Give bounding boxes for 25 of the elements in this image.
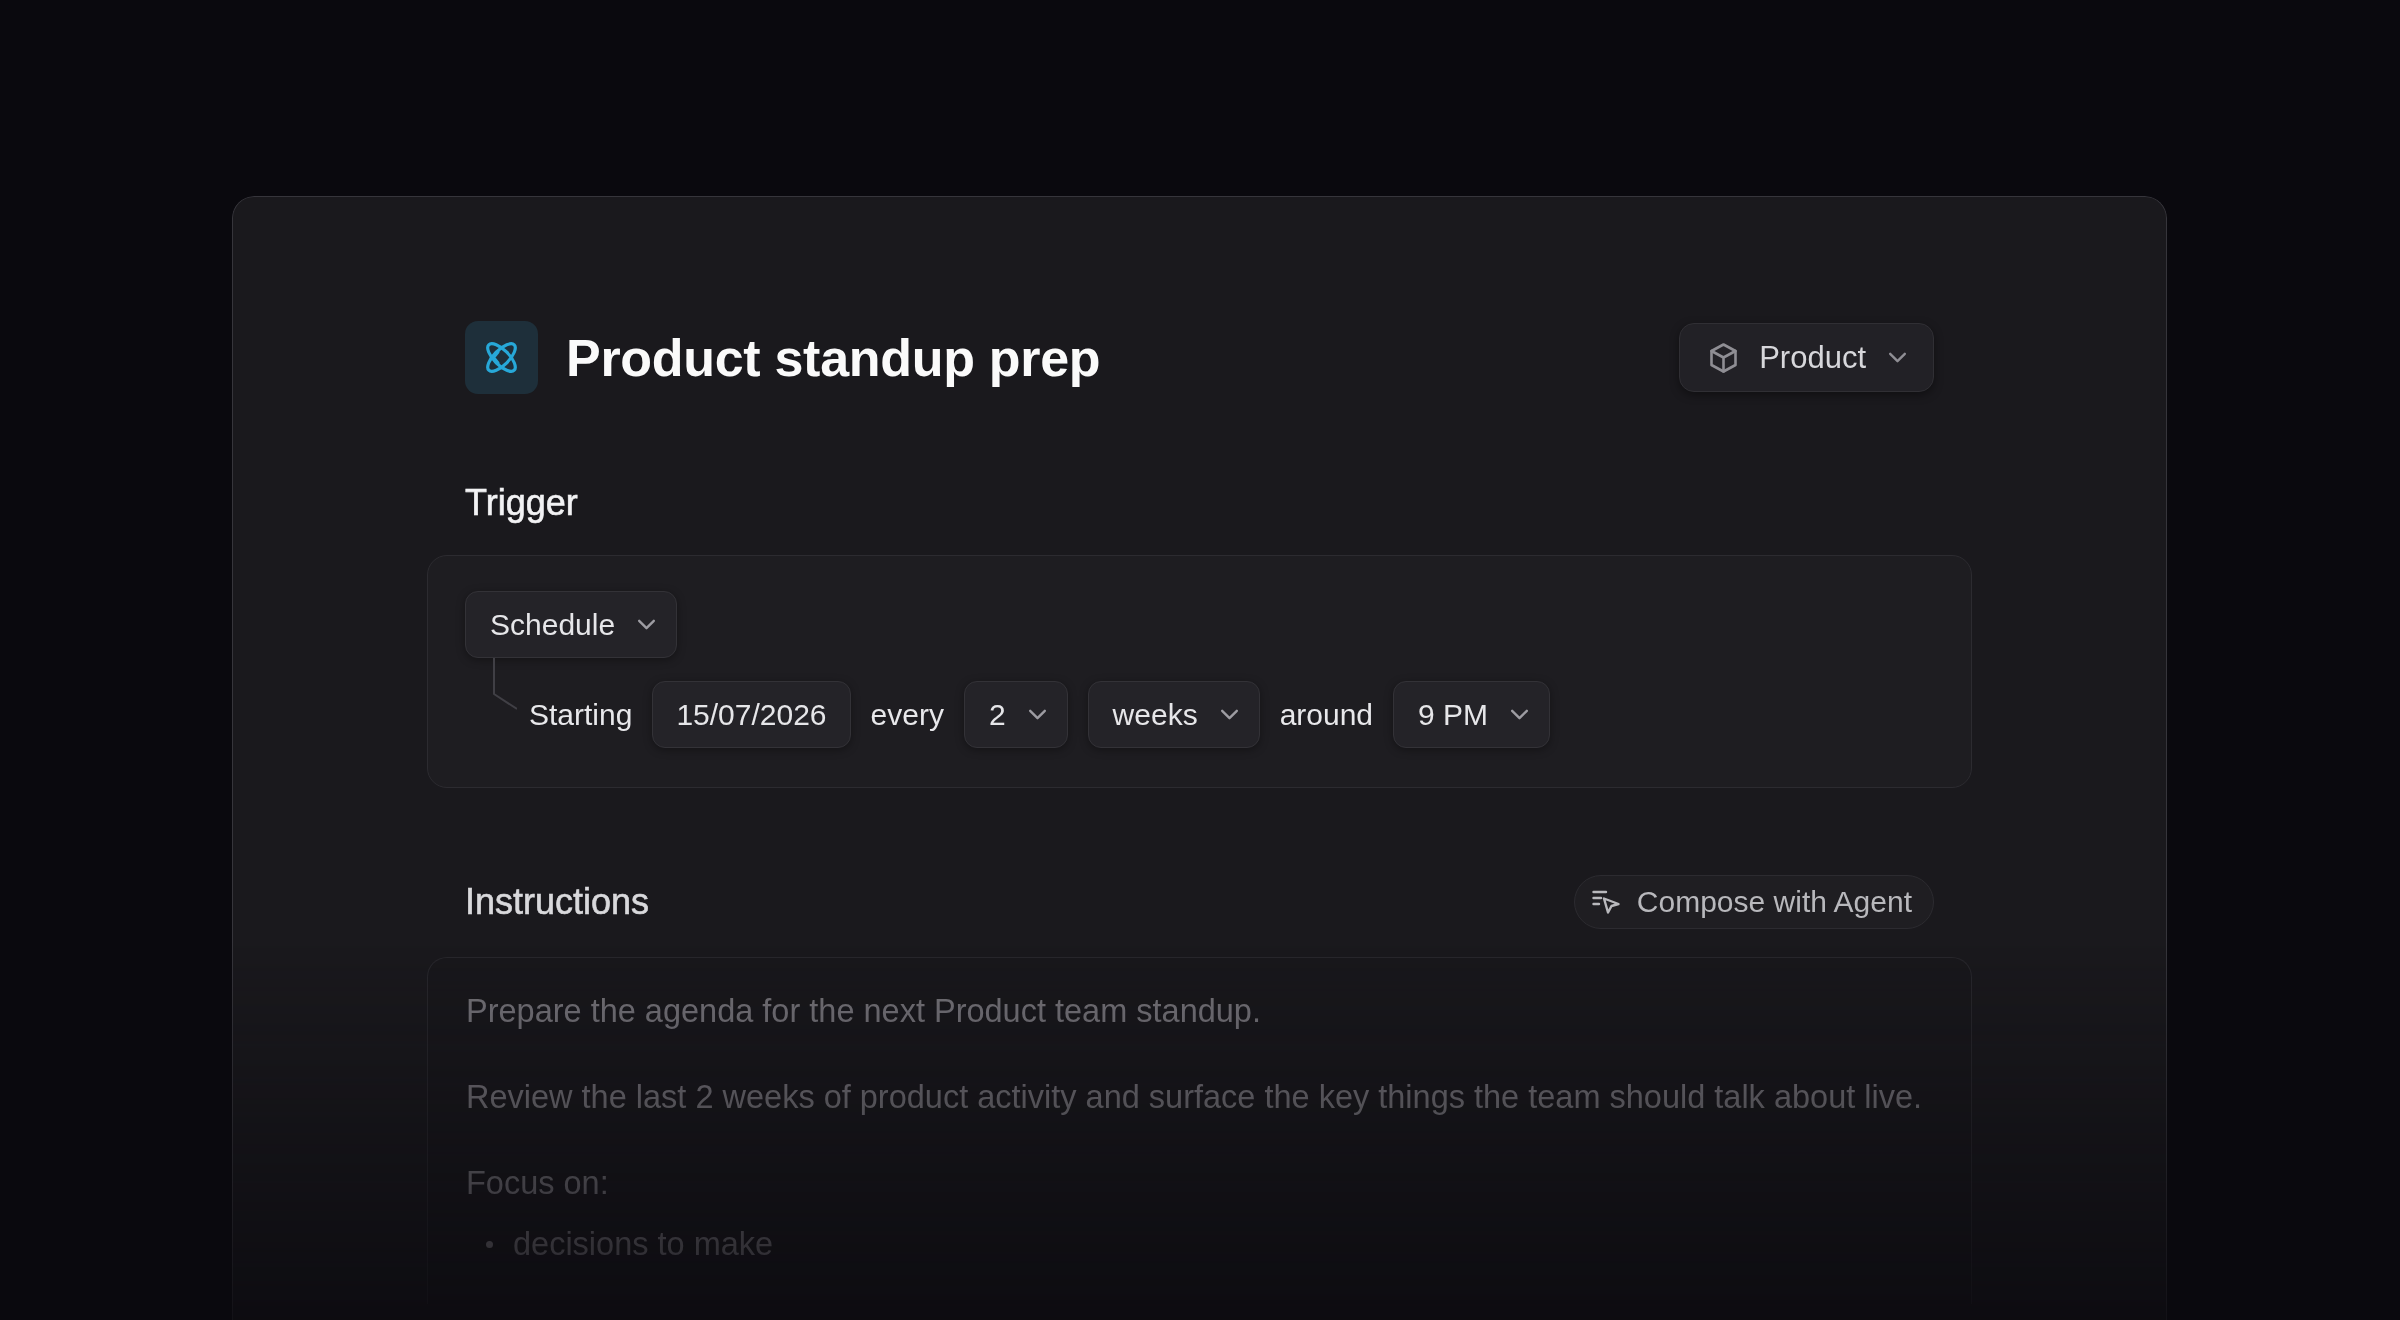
schedule-label: around xyxy=(1279,696,1374,733)
chevron-down-icon xyxy=(1888,352,1907,363)
chevron-down-icon xyxy=(1510,709,1530,720)
atom-icon xyxy=(465,321,538,394)
tree-connector xyxy=(493,658,517,710)
date-field[interactable]: 15/07/2026 xyxy=(652,681,851,748)
chevron-down-icon xyxy=(1219,709,1239,720)
select-dropdown[interactable]: 2 xyxy=(963,681,1068,748)
section-heading: Instructions xyxy=(465,882,650,922)
chevron-down-icon xyxy=(637,619,657,630)
bullet-icon xyxy=(486,1240,493,1248)
trigger-type-dropdown[interactable]: Schedule xyxy=(465,591,678,658)
schedule-label: Starting xyxy=(529,696,633,733)
instruction-text: Review the last 2 weeks of product activity and surface the key things the team should talk about live. xyxy=(466,1078,1924,1117)
compose-button[interactable]: Compose with Agent xyxy=(1573,875,1934,929)
cube-icon xyxy=(1710,342,1738,373)
project-dropdown[interactable]: Product xyxy=(1679,323,1934,392)
section-heading: Trigger xyxy=(465,483,578,523)
schedule-label: every xyxy=(870,696,944,733)
chevron-down-icon xyxy=(1027,709,1047,720)
instruction-text: Prepare the agenda for the next Product team standup. xyxy=(466,992,1262,1031)
select-dropdown[interactable]: weeks xyxy=(1087,681,1260,748)
lines-pointer-icon xyxy=(1591,890,1620,914)
page-title: Product standup prep xyxy=(566,327,1101,388)
select-dropdown[interactable]: 9 PM xyxy=(1393,681,1551,748)
